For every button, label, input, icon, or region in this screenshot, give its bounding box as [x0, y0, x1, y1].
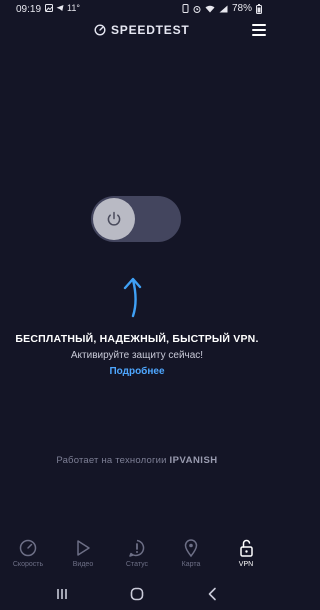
vpn-toggle-knob[interactable] [93, 198, 135, 240]
status-temp: 11° [67, 3, 80, 13]
brand-bold: VANISH [179, 455, 218, 466]
ipvanish-brand: IPVANISH [169, 455, 217, 466]
battery-icon [256, 3, 262, 14]
back-icon[interactable] [203, 586, 223, 602]
map-pin-icon [184, 539, 198, 558]
battery-percent: 78% [231, 3, 252, 14]
top-bar: SPEEDTEST [0, 20, 274, 42]
tab-speed[interactable]: Скорость [3, 538, 53, 574]
menu-icon-line [252, 24, 266, 26]
promo-subline: Активируйте защиту сейчас! [70, 350, 204, 361]
telegram-icon [56, 5, 64, 11]
alarm-icon [193, 5, 201, 13]
status-bar: 09:19 11° 78% [0, 0, 274, 20]
promo-headline: БЕСПЛАТНЫЙ, НАДЕЖНЫЙ, БЫСТРЫЙ VPN. [15, 333, 259, 345]
speedometer-logo-icon [94, 24, 106, 36]
brand-light: IP [169, 455, 180, 466]
status-left-icons: 11° [45, 3, 80, 13]
learn-more-link[interactable]: Подробнее [0, 366, 274, 377]
menu-button[interactable] [252, 23, 268, 37]
signal-icon [219, 5, 228, 12]
tab-label: VPN [238, 561, 254, 568]
tab-map[interactable]: Карта [166, 538, 216, 574]
system-nav-bar [0, 583, 274, 603]
recent-apps-icon[interactable] [52, 586, 72, 602]
vpn-toggle[interactable] [91, 196, 181, 242]
menu-icon-line [252, 34, 266, 36]
alert-icon [129, 539, 145, 557]
tab-vpn[interactable]: VPN [221, 538, 271, 574]
bottom-tab-bar: Скорость Видео Статус Карта VPN [0, 538, 274, 574]
menu-icon-line [252, 29, 266, 31]
powered-by-text: Работает на технологии [56, 455, 167, 466]
tab-video[interactable]: Видео [58, 538, 108, 574]
tab-label: Статус [125, 561, 149, 568]
tab-label: Скорость [12, 561, 44, 568]
tab-label: Карта [181, 561, 201, 568]
status-time: 09:19 [16, 4, 42, 15]
status-right-icons: 78% [182, 3, 262, 14]
wifi-icon [205, 5, 215, 12]
app-name: SPEEDTEST [111, 23, 190, 37]
tab-label: Видео [72, 561, 94, 568]
arrow-up-icon [123, 277, 142, 318]
powered-by: Работает на технологии IPVANISH [0, 455, 274, 466]
app-logo: SPEEDTEST [94, 23, 190, 37]
tab-status[interactable]: Статус [112, 538, 162, 574]
play-icon [77, 540, 90, 556]
unlock-icon [240, 539, 253, 557]
speedometer-icon [19, 539, 37, 557]
gallery-icon [45, 4, 53, 12]
power-icon [107, 211, 121, 226]
home-icon[interactable] [127, 586, 147, 602]
vibrate-icon [182, 4, 189, 13]
